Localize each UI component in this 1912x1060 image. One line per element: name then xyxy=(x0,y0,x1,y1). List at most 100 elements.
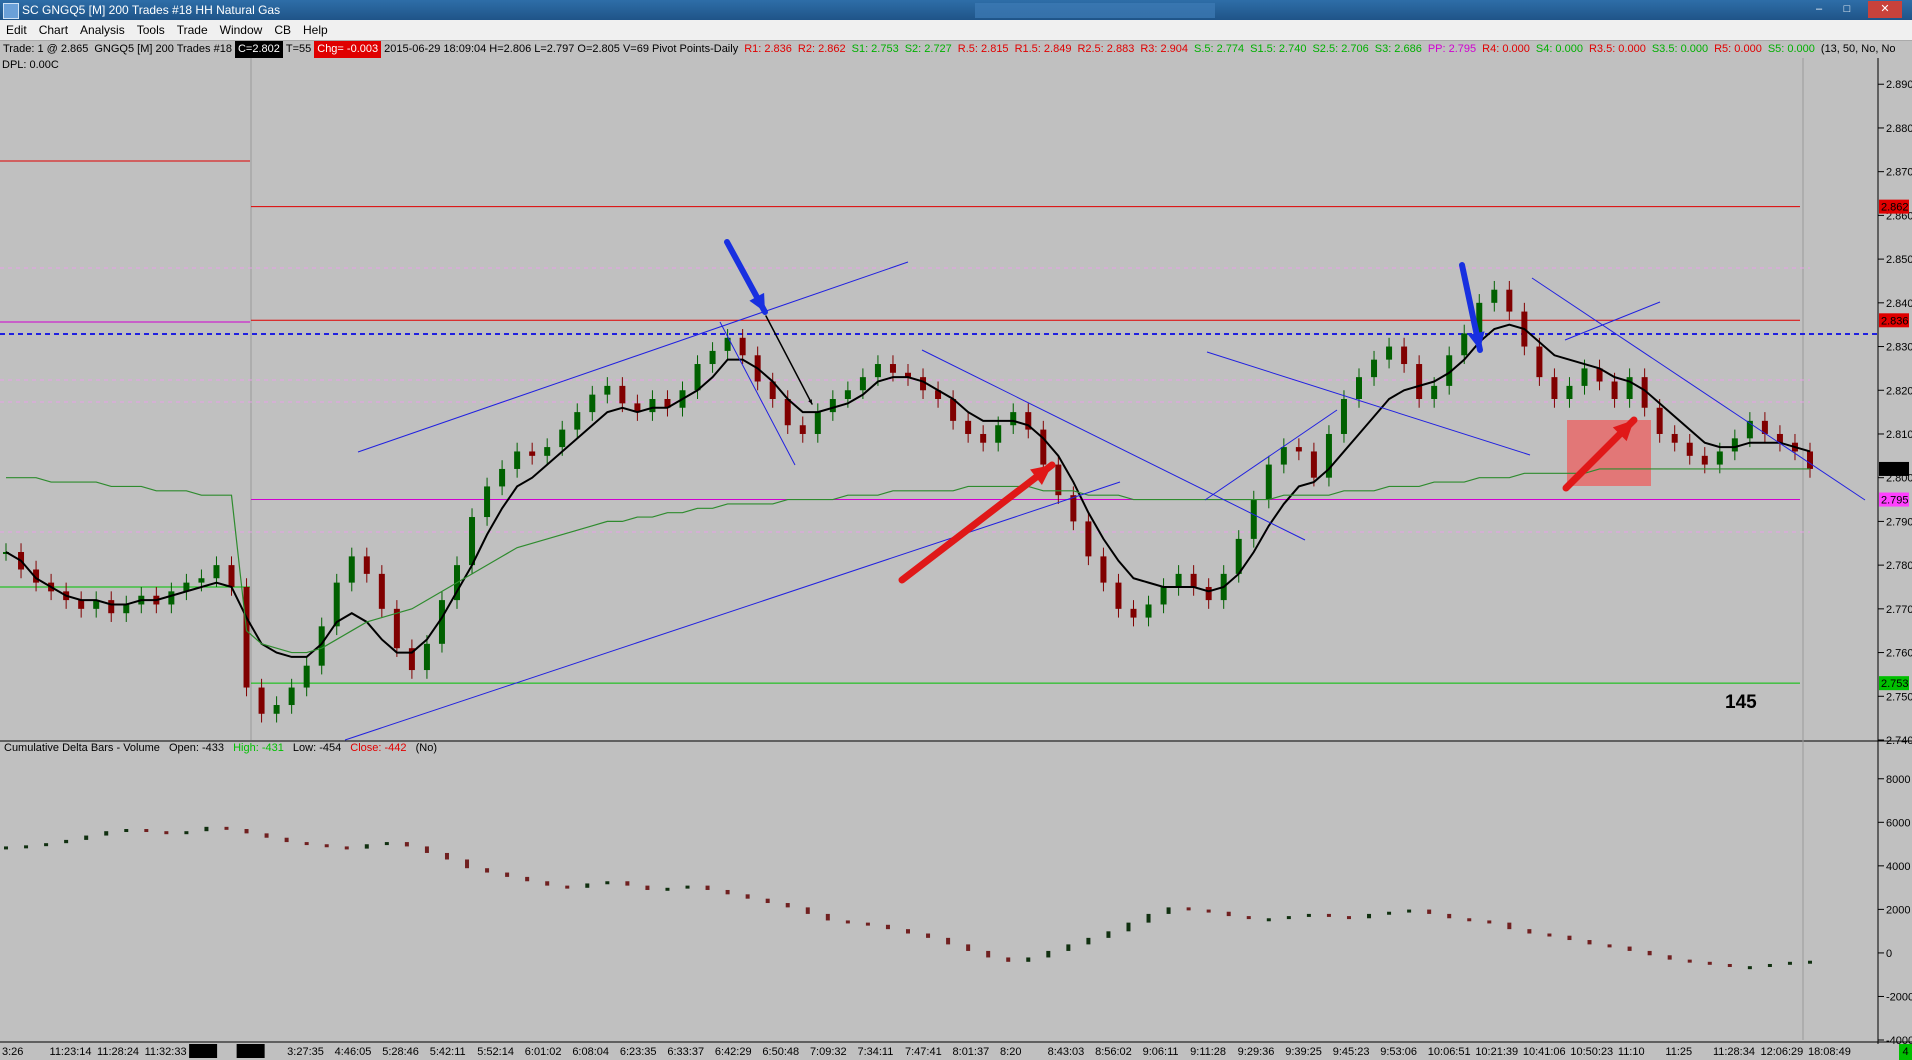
candle-body-53 xyxy=(799,425,806,434)
delta-bar-65 xyxy=(1306,913,1311,917)
time-tick-14: 6:33:37 xyxy=(667,1046,704,1058)
price-tick-7: 2.810 xyxy=(1886,429,1912,441)
candle-body-72 xyxy=(1085,521,1092,557)
price-tick-3: 2.770 xyxy=(1886,604,1912,616)
candle-body-23 xyxy=(348,556,355,583)
candle-body-40 xyxy=(604,385,611,395)
candle-body-43 xyxy=(649,399,656,413)
candle-body-63 xyxy=(950,399,957,421)
delta-bar-52 xyxy=(1046,950,1051,958)
delta-bar-78 xyxy=(1567,935,1572,941)
candle-body-32 xyxy=(484,486,491,518)
candle-body-77 xyxy=(1160,586,1167,605)
delta-bar-9 xyxy=(184,831,189,835)
red-arrow-1-shaft xyxy=(898,461,1056,584)
delta-bar-45 xyxy=(906,929,910,934)
candle-body-11 xyxy=(168,591,175,605)
annotation-145: 145 xyxy=(1725,692,1757,713)
candle-body-33 xyxy=(499,468,506,487)
delta-bar-82 xyxy=(1647,950,1652,956)
time-tick-7: 4:46:05 xyxy=(335,1046,372,1058)
delta-bar-84 xyxy=(1687,959,1692,963)
candle-body-66 xyxy=(995,425,1002,443)
candle-body-100 xyxy=(1506,289,1513,312)
candle-body-74 xyxy=(1115,582,1122,609)
delta-bar-69 xyxy=(1387,911,1392,915)
candle-body-89 xyxy=(1340,399,1347,434)
delta-bar-33 xyxy=(665,887,670,891)
price-tick-1: 2.750 xyxy=(1886,691,1912,703)
delta-bar-35 xyxy=(705,885,710,890)
delta-tick-2: 0 xyxy=(1886,948,1892,960)
price-tick-5: 2.790 xyxy=(1886,516,1912,528)
delta-title: Cumulative Delta Bars - Volume xyxy=(4,742,160,754)
time-tick-6: 3:27:35 xyxy=(287,1046,324,1058)
date-marker-4: 6-28 xyxy=(192,1046,214,1058)
candle-body-17 xyxy=(258,687,265,714)
time-tick-18: 7:34:11 xyxy=(857,1046,893,1058)
time-tick-27: 9:39:25 xyxy=(1285,1046,1322,1058)
candle-body-52 xyxy=(784,399,791,426)
delta-bar-34 xyxy=(685,885,690,889)
delta-bar-8 xyxy=(164,831,169,835)
delta-bar-31 xyxy=(625,881,630,886)
slow-ma-line xyxy=(6,468,1810,654)
delta-tick-6: 8000 xyxy=(1886,774,1910,786)
trendline-2 xyxy=(921,349,1306,541)
candle-body-24 xyxy=(363,556,370,574)
price-tick-11: 2.850 xyxy=(1886,254,1912,266)
delta-bar-0 xyxy=(4,846,8,850)
time-tick-11: 6:01:02 xyxy=(525,1046,562,1058)
delta-bar-26 xyxy=(525,876,530,882)
candle-body-14 xyxy=(213,565,220,579)
candle-body-25 xyxy=(378,573,385,609)
time-tick-29: 9:53:06 xyxy=(1380,1046,1417,1058)
delta-bar-68 xyxy=(1367,913,1372,919)
candle-body-8 xyxy=(123,604,130,614)
chart-canvas[interactable]: 2.7402.7502.7602.7702.7802.7902.8002.810… xyxy=(0,0,1912,1060)
price-tick-9: 2.830 xyxy=(1886,342,1912,354)
delta-bar-25 xyxy=(505,872,510,877)
delta-bar-27 xyxy=(545,881,550,886)
delta-bar-39 xyxy=(785,903,790,908)
time-tick-17: 7:09:32 xyxy=(810,1046,847,1058)
candle-body-82 xyxy=(1235,538,1242,574)
candle-body-114 xyxy=(1716,451,1723,465)
delta-bar-24 xyxy=(485,868,490,873)
delta-bar-88 xyxy=(1767,963,1772,967)
delta-bar-72 xyxy=(1447,913,1452,919)
delta-bar-59 xyxy=(1186,907,1191,911)
time-tick-35: 11:25 xyxy=(1665,1046,1692,1058)
candle-body-110 xyxy=(1656,407,1663,434)
delta-bar-46 xyxy=(926,933,931,938)
delta-bar-38 xyxy=(765,898,770,904)
price-marker-1: 2.836 xyxy=(1881,315,1909,327)
delta-bar-55 xyxy=(1106,931,1111,938)
delta-tick-4: 4000 xyxy=(1886,861,1910,873)
delta-bar-70 xyxy=(1407,909,1412,913)
candle-body-75 xyxy=(1130,608,1137,618)
delta-bar-49 xyxy=(986,950,991,958)
delta-bar-19 xyxy=(384,842,389,846)
candle-body-69 xyxy=(1040,429,1047,465)
delta-bar-21 xyxy=(424,846,429,853)
price-tick-15: 2.890 xyxy=(1886,79,1912,91)
delta-bar-18 xyxy=(364,844,369,849)
delta-bar-83 xyxy=(1667,955,1672,960)
delta-bar-16 xyxy=(324,844,329,848)
candle-body-16 xyxy=(243,586,250,688)
price-tick-14: 2.880 xyxy=(1886,123,1912,135)
time-tick-8: 5:28:46 xyxy=(382,1046,419,1058)
delta-bar-48 xyxy=(966,944,971,951)
time-tick-19: 7:47:41 xyxy=(905,1046,942,1058)
candle-body-94 xyxy=(1416,364,1423,399)
candle-body-90 xyxy=(1356,377,1362,399)
candle-body-93 xyxy=(1401,346,1408,365)
candle-body-112 xyxy=(1686,442,1693,456)
delta-bar-53 xyxy=(1066,944,1071,951)
time-tick-13: 6:23:35 xyxy=(620,1046,657,1058)
delta-bar-80 xyxy=(1607,944,1612,948)
candle-body-115 xyxy=(1731,438,1738,452)
time-tick-34: 11:10 xyxy=(1618,1046,1645,1058)
delta-bar-42 xyxy=(845,920,850,924)
